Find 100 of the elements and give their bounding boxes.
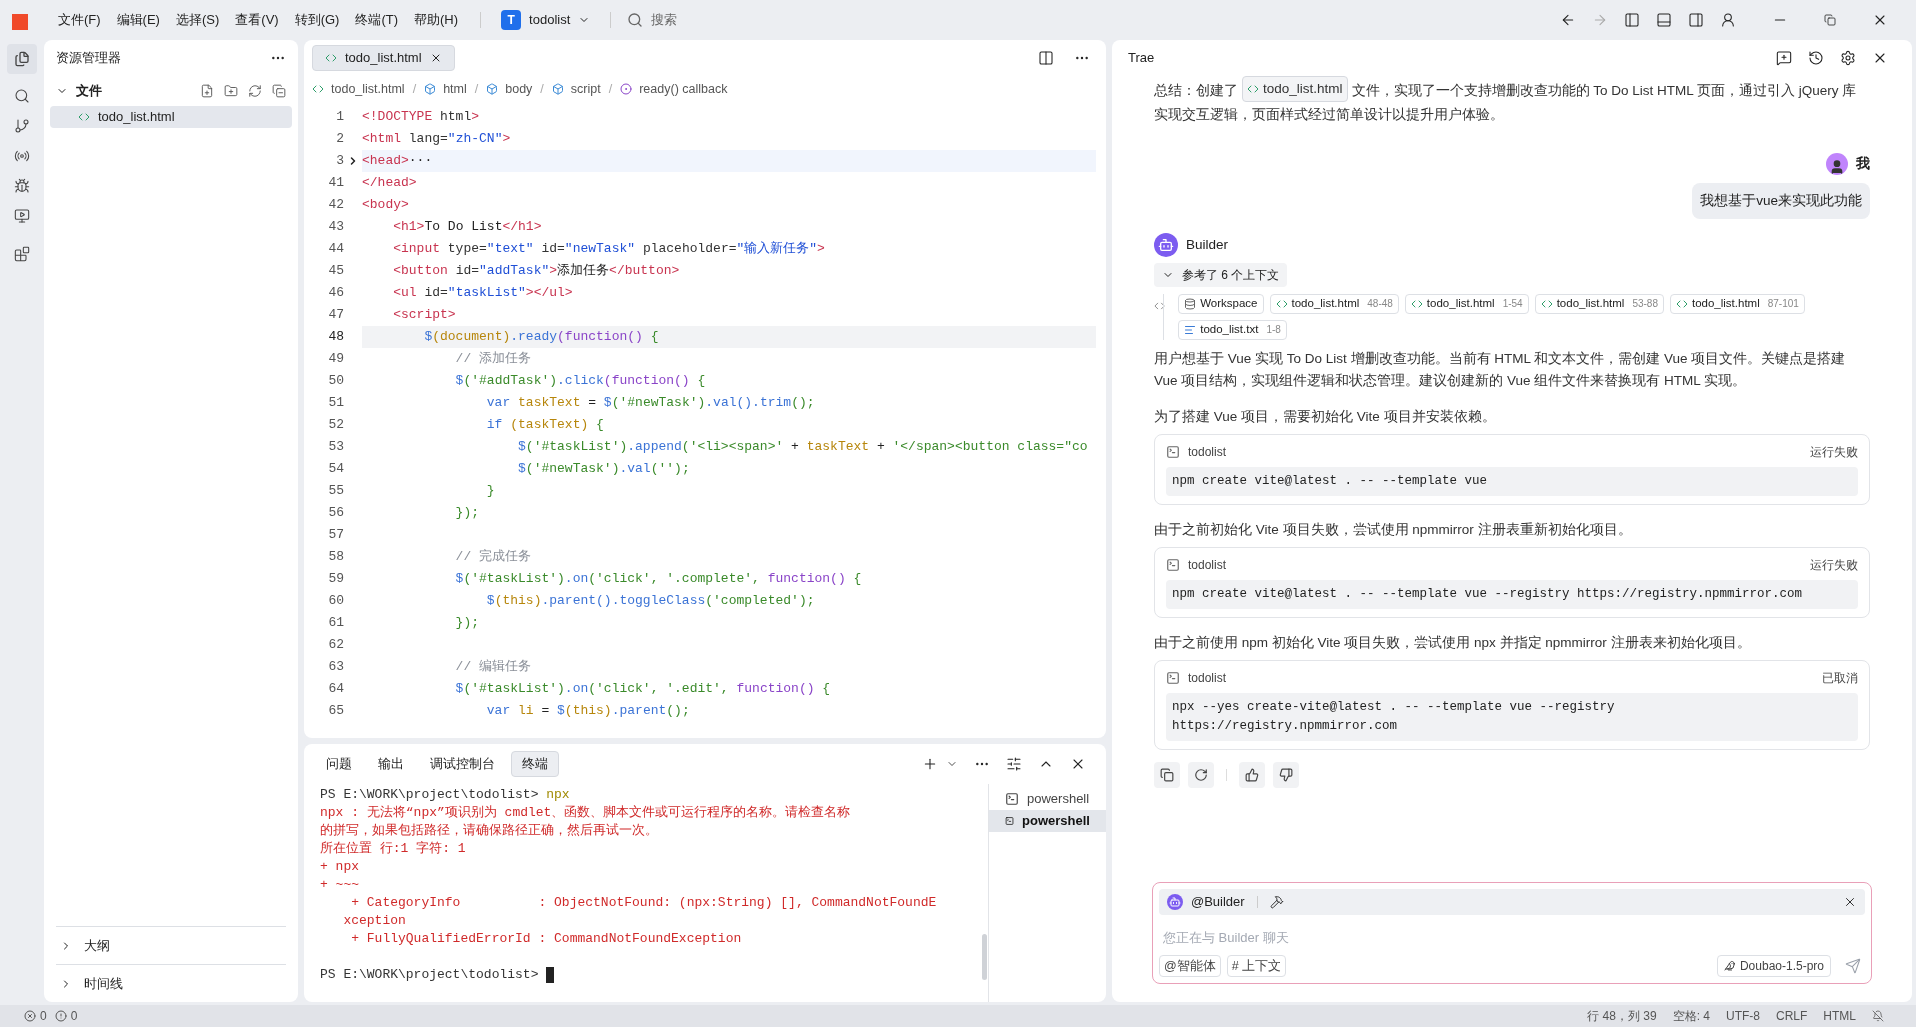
monitor-icon[interactable] [14,208,30,224]
panel-tab[interactable]: 问题 [316,751,362,777]
left-panel-icon[interactable] [1624,12,1640,28]
line-number: 53 [327,438,344,457]
refresh-icon[interactable] [248,84,262,98]
restore-icon[interactable] [1824,14,1836,26]
code-line: $('#taskList').on('click', '.edit', function() { [454,680,831,699]
message-field[interactable]: 您正在与 Builder 聊天 [1159,919,1865,955]
status-item[interactable]: 空格: 4 [1672,1007,1710,1025]
context-chip[interactable]: todo_list.html 87-101 [1670,293,1805,314]
status-item[interactable]: HTML [1823,1007,1856,1025]
input-chip[interactable]: @智能体 [1159,955,1221,977]
panel-tab[interactable]: 终端 [511,751,559,777]
breadcrumb[interactable]: todo_list.html [331,79,405,99]
search-field[interactable]: 搜索 [651,10,852,30]
terminal-line: npx : 无法将“npx”项识别为 cmdlet、函数、脚本文件或可运行程序的名称。请检查名称 [320,804,852,822]
terminal-icon [1005,814,1015,828]
right-panel-icon[interactable] [1688,12,1704,28]
context-toggle[interactable]: 参考了 6 个上下文 [1154,263,1288,288]
panel-tab[interactable]: 输出 [368,751,414,777]
line-number: 59 [327,570,344,589]
project-switcher[interactable]: T todolist [497,10,595,30]
section-header[interactable]: 文件 [76,81,102,101]
line-number: 49 [327,350,344,369]
menu-item[interactable]: 查看(V) [229,6,285,34]
notifications-icon[interactable] [1872,1010,1884,1022]
panel-tab[interactable]: 调试控制台 [420,751,505,777]
section-header[interactable]: 时间线 [84,973,123,994]
menu-item[interactable]: 帮助(H) [408,6,465,34]
status-item[interactable]: UTF-8 [1726,1007,1760,1025]
close-icon[interactable] [1843,895,1857,909]
line-number: 47 [327,306,344,325]
model-selector[interactable]: Doubao-1.5-pro [1716,955,1831,977]
status-item[interactable]: 行 48，列 39 [1587,1007,1657,1025]
regenerate-button[interactable] [1188,761,1214,788]
code-file-icon [325,52,337,64]
settings-icon[interactable] [1840,50,1856,66]
breadcrumb[interactable]: ready() callback [639,79,728,99]
cube-icon [551,83,564,95]
line-number: 48 [327,328,344,347]
add-icon[interactable] [922,756,938,772]
line-number: 61 [327,614,344,633]
new-chat-icon[interactable] [1776,50,1792,66]
back-icon[interactable] [1560,12,1576,28]
error-icon [24,1010,36,1022]
search-icon[interactable] [14,88,30,104]
signal-icon[interactable] [14,148,30,164]
extensions-icon[interactable] [14,246,30,262]
context-chip[interactable]: todo_list.html 48-48 [1269,293,1399,314]
status-item[interactable]: CRLF [1776,1007,1808,1025]
split-editor-icon[interactable] [1038,50,1054,66]
command-status: 运行失败 [1810,556,1858,574]
history-icon[interactable] [1808,50,1824,66]
menu-item[interactable]: 文件(F) [52,6,107,34]
terminal-session[interactable]: powershell [989,788,1106,810]
bug-icon[interactable] [14,178,30,194]
line-number: 51 [327,394,344,413]
collapse-icon[interactable] [272,84,286,98]
breadcrumb[interactable]: html [443,79,467,99]
menu-item[interactable]: 选择(S) [169,6,226,34]
file-item[interactable]: todo_list.html [50,106,292,128]
line-number: 42 [327,196,344,215]
menu-item[interactable]: 编辑(E) [110,6,166,34]
context-chip[interactable]: todo_list.html 53-88 [1534,293,1664,314]
line-number: 43 [327,218,344,237]
chat-input-box[interactable]: @Builder 您正在与 Builder 聊天 @智能体 # 上下文 Doubao-1.5-pro [1152,882,1872,984]
warning-count[interactable]: 0 [70,1007,78,1025]
code-file-icon [312,83,324,95]
command-status: 已取消 [1822,669,1858,687]
file-link[interactable]: todo_list.html [1242,76,1348,102]
dislike-button[interactable] [1273,761,1299,788]
sliders-icon[interactable] [1006,756,1022,772]
like-button[interactable] [1239,761,1265,788]
context-chip[interactable]: todo_list.txt 1-8 [1178,319,1287,340]
code-line: $('#newTask').val(''); [517,460,690,479]
branch-icon[interactable] [14,118,30,134]
breadcrumb[interactable]: script [570,79,601,99]
breadcrumb[interactable]: body [505,79,533,99]
terminal-session[interactable]: powershell [989,810,1106,832]
context-chip[interactable]: todo_list.html 1-54 [1404,293,1529,314]
explorer-icon[interactable] [14,51,30,67]
section-header[interactable]: 大纲 [84,935,110,956]
bottom-panel-icon[interactable] [1656,12,1672,28]
terminal-line: + CategoryInfo : ObjectNotFound: (npx:String) [], CommandNotFoundE [350,894,938,912]
new-file-icon[interactable] [200,84,214,98]
editor-tab[interactable]: todo_list.html [312,45,455,71]
menu-item[interactable]: 转到(G) [288,6,346,34]
assistant-text: 由于之前使用 npm 初始化 Vite 项目失败，尝试使用 npx 并指定 npmmirror 注册表来初始化项目。 [1154,633,1752,652]
hammer-icon[interactable] [1269,895,1284,909]
line-range: 1-54 [1502,297,1523,311]
new-folder-icon[interactable] [224,84,238,98]
error-count[interactable]: 0 [40,1007,47,1025]
line-number: 63 [327,658,344,677]
line-range: 53-88 [1632,297,1658,311]
input-chip[interactable]: # 上下文 [1226,955,1287,977]
menu-item[interactable]: 终端(T) [349,6,405,34]
copy-button[interactable] [1154,761,1180,788]
command-text: npm create vite@latest . -- --template vue [1166,466,1858,496]
context-chip[interactable]: Workspace [1178,293,1264,314]
account-icon[interactable] [1720,12,1736,28]
